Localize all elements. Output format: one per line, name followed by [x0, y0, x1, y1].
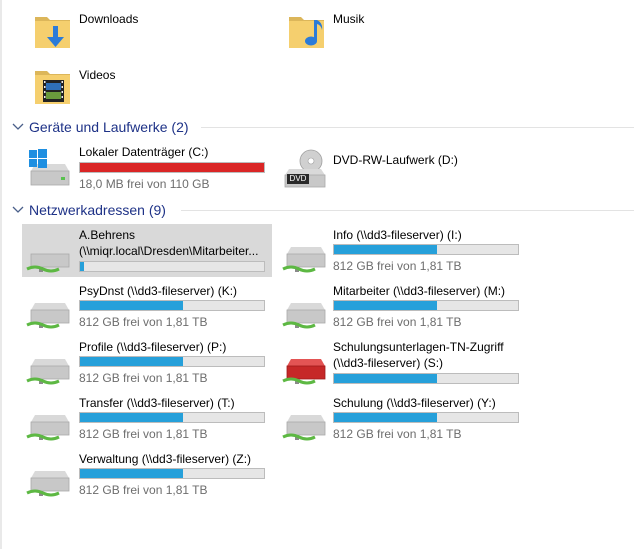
network-drive-mitarbeiter-label: Mitarbeiter (\\dd3-fileserver) (M:): [333, 284, 506, 298]
network-drive-info-usage-fill: [334, 245, 438, 254]
drive-c-usage-fill: [80, 163, 264, 172]
folder-downloads-label: Downloads: [79, 12, 139, 26]
section-header-network[interactable]: Netzwerkadressen (9): [11, 201, 634, 219]
network-drive-icon: [282, 415, 326, 441]
drive-d[interactable]: DVD DVD-RW-Laufwerk (D:): [277, 141, 527, 195]
network-drive-verwaltung-label: Verwaltung (\\dd3-fileserver) (Z:): [79, 452, 252, 466]
section-label-network: Netzwerkadressen (9): [29, 202, 166, 218]
network-drive-abehrens[interactable]: A.Behrens (\\miqr.local\Dresden\Mitarbei…: [22, 224, 272, 277]
drive-d-label: DVD-RW-Laufwerk (D:): [333, 153, 458, 167]
network-drive-icon: [26, 247, 70, 273]
network-drive-psydnst[interactable]: PsyDnst (\\dd3-fileserver) (K:) 812 GB f…: [22, 280, 272, 333]
folder-videos[interactable]: Videos: [28, 62, 258, 108]
network-drive-info-free-space: 812 GB frei von 1,81 TB: [333, 259, 462, 273]
network-drive-icon: [282, 303, 326, 329]
folder-videos-label: Videos: [79, 68, 116, 82]
left-pane-border: [0, 0, 2, 549]
network-drive-icon: [26, 415, 70, 441]
downloads-folder-icon: [35, 17, 70, 48]
network-drive-schulungsunterlagen-usage-bar: [333, 373, 519, 384]
network-drive-mitarbeiter-usage-bar: [333, 300, 519, 311]
chevron-down-icon: [12, 123, 24, 130]
network-drive-schulung-label: Schulung (\\dd3-fileserver) (Y:): [333, 396, 496, 410]
network-drive-verwaltung-free-space: 812 GB frei von 1,81 TB: [79, 483, 208, 497]
network-drive-icon: [282, 247, 326, 273]
network-drive-mitarbeiter-usage-fill: [334, 301, 438, 310]
network-drive-psydnst-usage-bar: [79, 300, 265, 311]
network-drive-red-icon: [282, 359, 326, 385]
network-drive-schulung-free-space: 812 GB frei von 1,81 TB: [333, 427, 462, 441]
network-drive-profile-label: Profile (\\dd3-fileserver) (P:): [79, 340, 227, 354]
network-drive-info-label: Info (\\dd3-fileserver) (I:): [333, 228, 462, 242]
dvd-badge-label: DVD: [289, 174, 307, 183]
network-drive-psydnst-label: PsyDnst (\\dd3-fileserver) (K:): [79, 284, 238, 298]
network-drive-verwaltung-usage-fill: [80, 469, 184, 478]
network-drive-transfer-free-space: 812 GB frei von 1,81 TB: [79, 427, 208, 441]
section-header-devices[interactable]: Geräte und Laufwerke (2): [11, 118, 634, 136]
network-drive-transfer-usage-fill: [80, 413, 184, 422]
network-drive-schulung-usage-fill: [334, 413, 438, 422]
network-drive-mitarbeiter[interactable]: Mitarbeiter (\\dd3-fileserver) (M:) 812 …: [277, 280, 527, 333]
network-drive-transfer-label: Transfer (\\dd3-fileserver) (T:): [79, 396, 235, 410]
network-drive-info[interactable]: Info (\\dd3-fileserver) (I:) 812 GB frei…: [277, 224, 527, 277]
network-drive-psydnst-free-space: 812 GB frei von 1,81 TB: [79, 315, 208, 329]
network-drive-icon: [26, 303, 70, 329]
drive-c-usage-bar: [79, 162, 265, 173]
network-drive-icon: [26, 471, 70, 497]
music-folder-icon: [289, 17, 324, 48]
windows-drive-icon: [29, 149, 70, 186]
drive-c[interactable]: Lokaler Datenträger (C:) 18,0 MB frei vo…: [22, 141, 272, 195]
videos-folder-icon: [35, 71, 70, 104]
network-drive-abehrens-path: (\\miqr.local\Dresden\Mitarbeiter...: [79, 244, 259, 258]
network-drive-info-usage-bar: [333, 244, 519, 255]
network-drive-profile-usage-fill: [80, 357, 184, 366]
network-drive-mitarbeiter-free-space: 812 GB frei von 1,81 TB: [333, 315, 462, 329]
network-drive-abehrens-usage-fill: [80, 262, 84, 271]
section-label-devices: Geräte und Laufwerke (2): [29, 119, 189, 135]
chevron-down-icon: [12, 206, 24, 213]
network-drive-verwaltung-usage-bar: [79, 468, 265, 479]
network-drive-transfer-usage-bar: [79, 412, 265, 423]
network-drive-transfer[interactable]: Transfer (\\dd3-fileserver) (T:) 812 GB …: [22, 392, 272, 445]
network-drive-schulung-usage-bar: [333, 412, 519, 423]
network-drive-schulung[interactable]: Schulung (\\dd3-fileserver) (Y:) 812 GB …: [277, 392, 527, 445]
drive-c-free-space: 18,0 MB frei von 110 GB: [79, 177, 210, 191]
network-drive-icon: [26, 359, 70, 385]
network-drive-profile[interactable]: Profile (\\dd3-fileserver) (P:) 812 GB f…: [22, 336, 272, 389]
network-drive-psydnst-usage-fill: [80, 301, 184, 310]
network-drive-abehrens-label: A.Behrens: [79, 228, 136, 242]
network-drive-schulungsunterlagen[interactable]: Schulungsunterlagen-TN-Zugriff (\\dd3-fi…: [277, 336, 527, 389]
folder-musik-label: Musik: [333, 12, 365, 26]
section-divider: [181, 210, 634, 211]
network-drive-schulungsunterlagen-path: (\\dd3-fileserver) (S:): [333, 356, 444, 370]
network-drive-abehrens-usage-bar: [79, 261, 265, 272]
network-drive-schulungsunterlagen-usage-fill: [334, 374, 438, 383]
folder-musik[interactable]: Musik: [283, 6, 513, 52]
network-drive-verwaltung[interactable]: Verwaltung (\\dd3-fileserver) (Z:) 812 G…: [22, 448, 272, 501]
drive-c-label: Lokaler Datenträger (C:): [79, 145, 209, 159]
network-drive-profile-usage-bar: [79, 356, 265, 367]
network-drive-schulungsunterlagen-label: Schulungsunterlagen-TN-Zugriff: [333, 340, 504, 354]
folder-downloads[interactable]: Downloads: [28, 6, 258, 52]
network-drive-profile-free-space: 812 GB frei von 1,81 TB: [79, 371, 208, 385]
section-divider: [201, 127, 634, 128]
dvd-drive-icon: [284, 149, 326, 188]
